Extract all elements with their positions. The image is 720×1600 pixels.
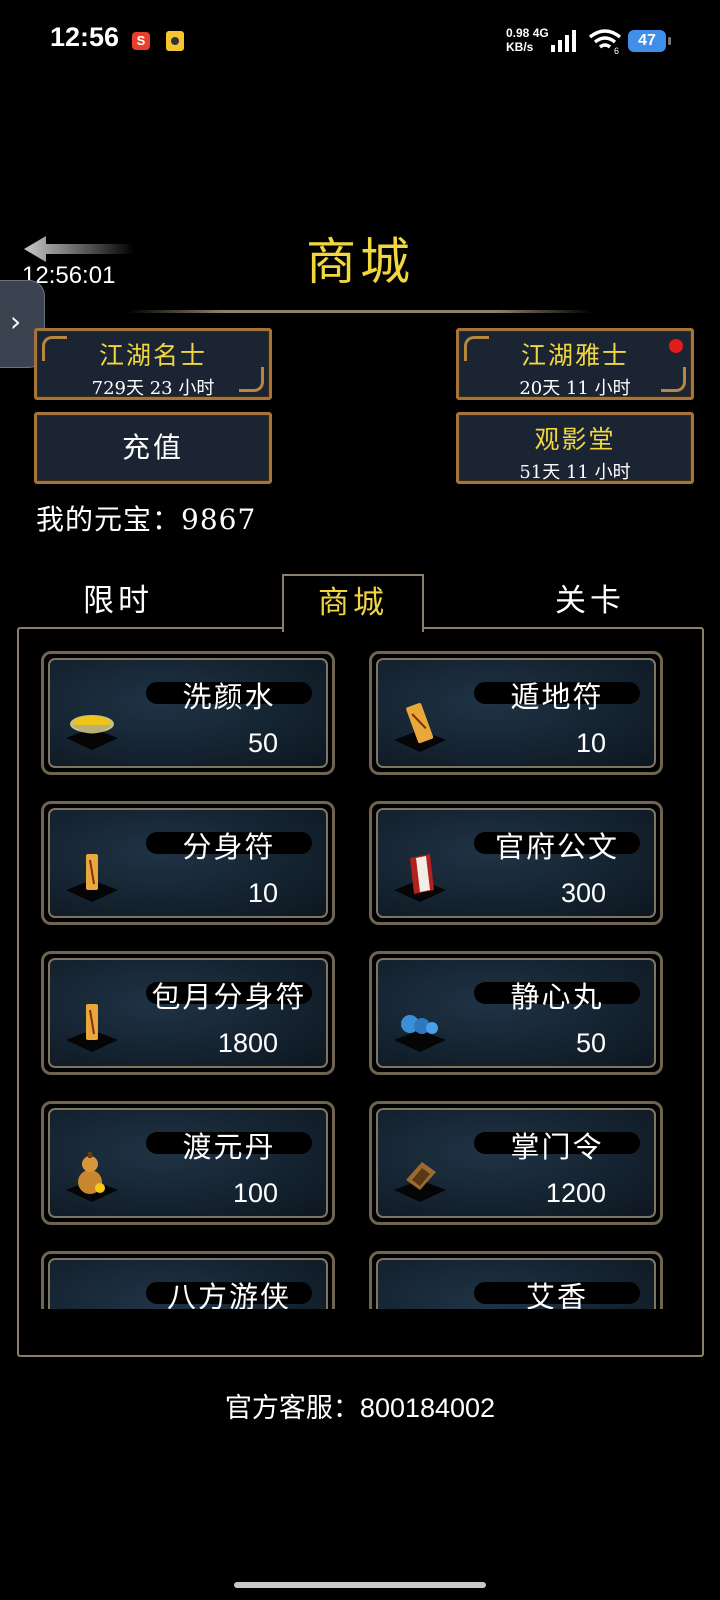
document-icon [394, 854, 446, 902]
notification-dot [669, 339, 683, 353]
network-speed: 0.98 4G KB/s [506, 26, 549, 54]
shop-panel: 洗颜水 50 遁地符 10 分身符 10 官府公文 300 包月分身符 1800… [17, 627, 704, 1357]
customer-service: 官方客服：800184002 [224, 1393, 496, 1423]
vip-mingshi-remaining: 729天 23 小时 [91, 378, 215, 399]
vip-mingshi-button[interactable]: 江湖名士 729天 23 小时 [34, 328, 272, 400]
battery-icon: 47 [628, 30, 671, 52]
vip-mingshi-title: 江湖名士 [98, 341, 207, 370]
item-name: 官府公文 [494, 830, 619, 864]
shop-item[interactable]: 洗颜水 50 [41, 651, 335, 775]
recharge-label: 充值 [121, 431, 184, 464]
status-bar: 12:56 S 0.98 4G KB/s 6 47 [0, 0, 720, 84]
shop-item[interactable]: 分身符 10 [41, 801, 335, 925]
recharge-button[interactable]: 充值 [34, 412, 272, 484]
item-name: 渡元丹 [182, 1130, 276, 1164]
shop-item[interactable]: 渡元丹 100 [41, 1101, 335, 1225]
talisman-icon [66, 854, 118, 902]
status-time: 12:56 [50, 22, 120, 52]
item-name: 包月分身符 [151, 980, 307, 1014]
theater-button[interactable]: 观影堂 51天 11 小时 [456, 412, 694, 484]
item-price: 50 [247, 728, 278, 758]
chevron-right-icon: › [10, 305, 22, 338]
item-name: 洗颜水 [182, 680, 276, 714]
shop-item[interactable]: 官府公文 300 [369, 801, 663, 925]
item-name: 掌门令 [510, 1130, 604, 1164]
currency-balance: 我的元宝：9867 [36, 503, 257, 536]
talisman-icon [394, 703, 446, 752]
hero-icon [62, 1300, 122, 1309]
item-name: 静心丸 [510, 980, 604, 1014]
vip-yashi-remaining: 20天 11 小时 [519, 378, 631, 399]
gourd-icon [66, 1152, 118, 1202]
item-price: 10 [247, 878, 278, 908]
title-divider [128, 310, 592, 313]
item-name: 艾香 [525, 1280, 588, 1309]
item-price: 1800 [217, 1028, 278, 1058]
item-price: 300 [560, 878, 606, 908]
shop-item[interactable]: 八方游侠 [41, 1251, 335, 1309]
balance-value: 9867 [181, 503, 257, 536]
svg-text:6: 6 [614, 46, 619, 54]
vip-yashi-title: 江湖雅士 [520, 341, 629, 370]
theater-title: 观影堂 [534, 425, 616, 454]
item-name: 分身符 [182, 830, 276, 864]
item-name: 八方游侠 [166, 1280, 291, 1309]
tab-shop[interactable]: 商城 [282, 574, 424, 632]
shop-item-grid[interactable]: 洗颜水 50 遁地符 10 分身符 10 官府公文 300 包月分身符 1800… [39, 649, 684, 1309]
tab-stages[interactable]: 关卡 [510, 574, 670, 628]
shop-item[interactable]: 艾香 [369, 1251, 663, 1309]
shop-item[interactable]: 包月分身符 1800 [41, 951, 335, 1075]
shop-item[interactable]: 掌门令 1200 [369, 1101, 663, 1225]
tab-limited[interactable]: 限时 [38, 574, 198, 628]
theater-remaining: 51天 11 小时 [519, 462, 631, 483]
item-price: 50 [575, 1028, 606, 1058]
notification-app-icon: S [132, 32, 150, 50]
home-indicator[interactable] [234, 1582, 486, 1588]
shop-item[interactable]: 静心丸 50 [369, 951, 663, 1075]
token-icon [394, 1162, 446, 1202]
signal-icon [551, 30, 577, 52]
page-title: 商城 [306, 233, 414, 291]
wifi-icon: 6 [588, 29, 622, 54]
item-price: 10 [575, 728, 606, 758]
support-number: 800184002 [359, 1393, 496, 1423]
item-name: 遁地符 [510, 680, 604, 714]
vip-yashi-button[interactable]: 江湖雅士 20天 11 小时 [456, 328, 694, 400]
notification-app-icon-2 [166, 31, 184, 51]
pill-icon [394, 1015, 446, 1052]
bowl-icon [66, 715, 118, 750]
shop-item[interactable]: 遁地符 10 [369, 651, 663, 775]
talisman-icon [66, 1004, 118, 1052]
item-price: 1200 [545, 1178, 606, 1208]
incense-icon [390, 1300, 450, 1309]
item-price: 100 [232, 1178, 278, 1208]
